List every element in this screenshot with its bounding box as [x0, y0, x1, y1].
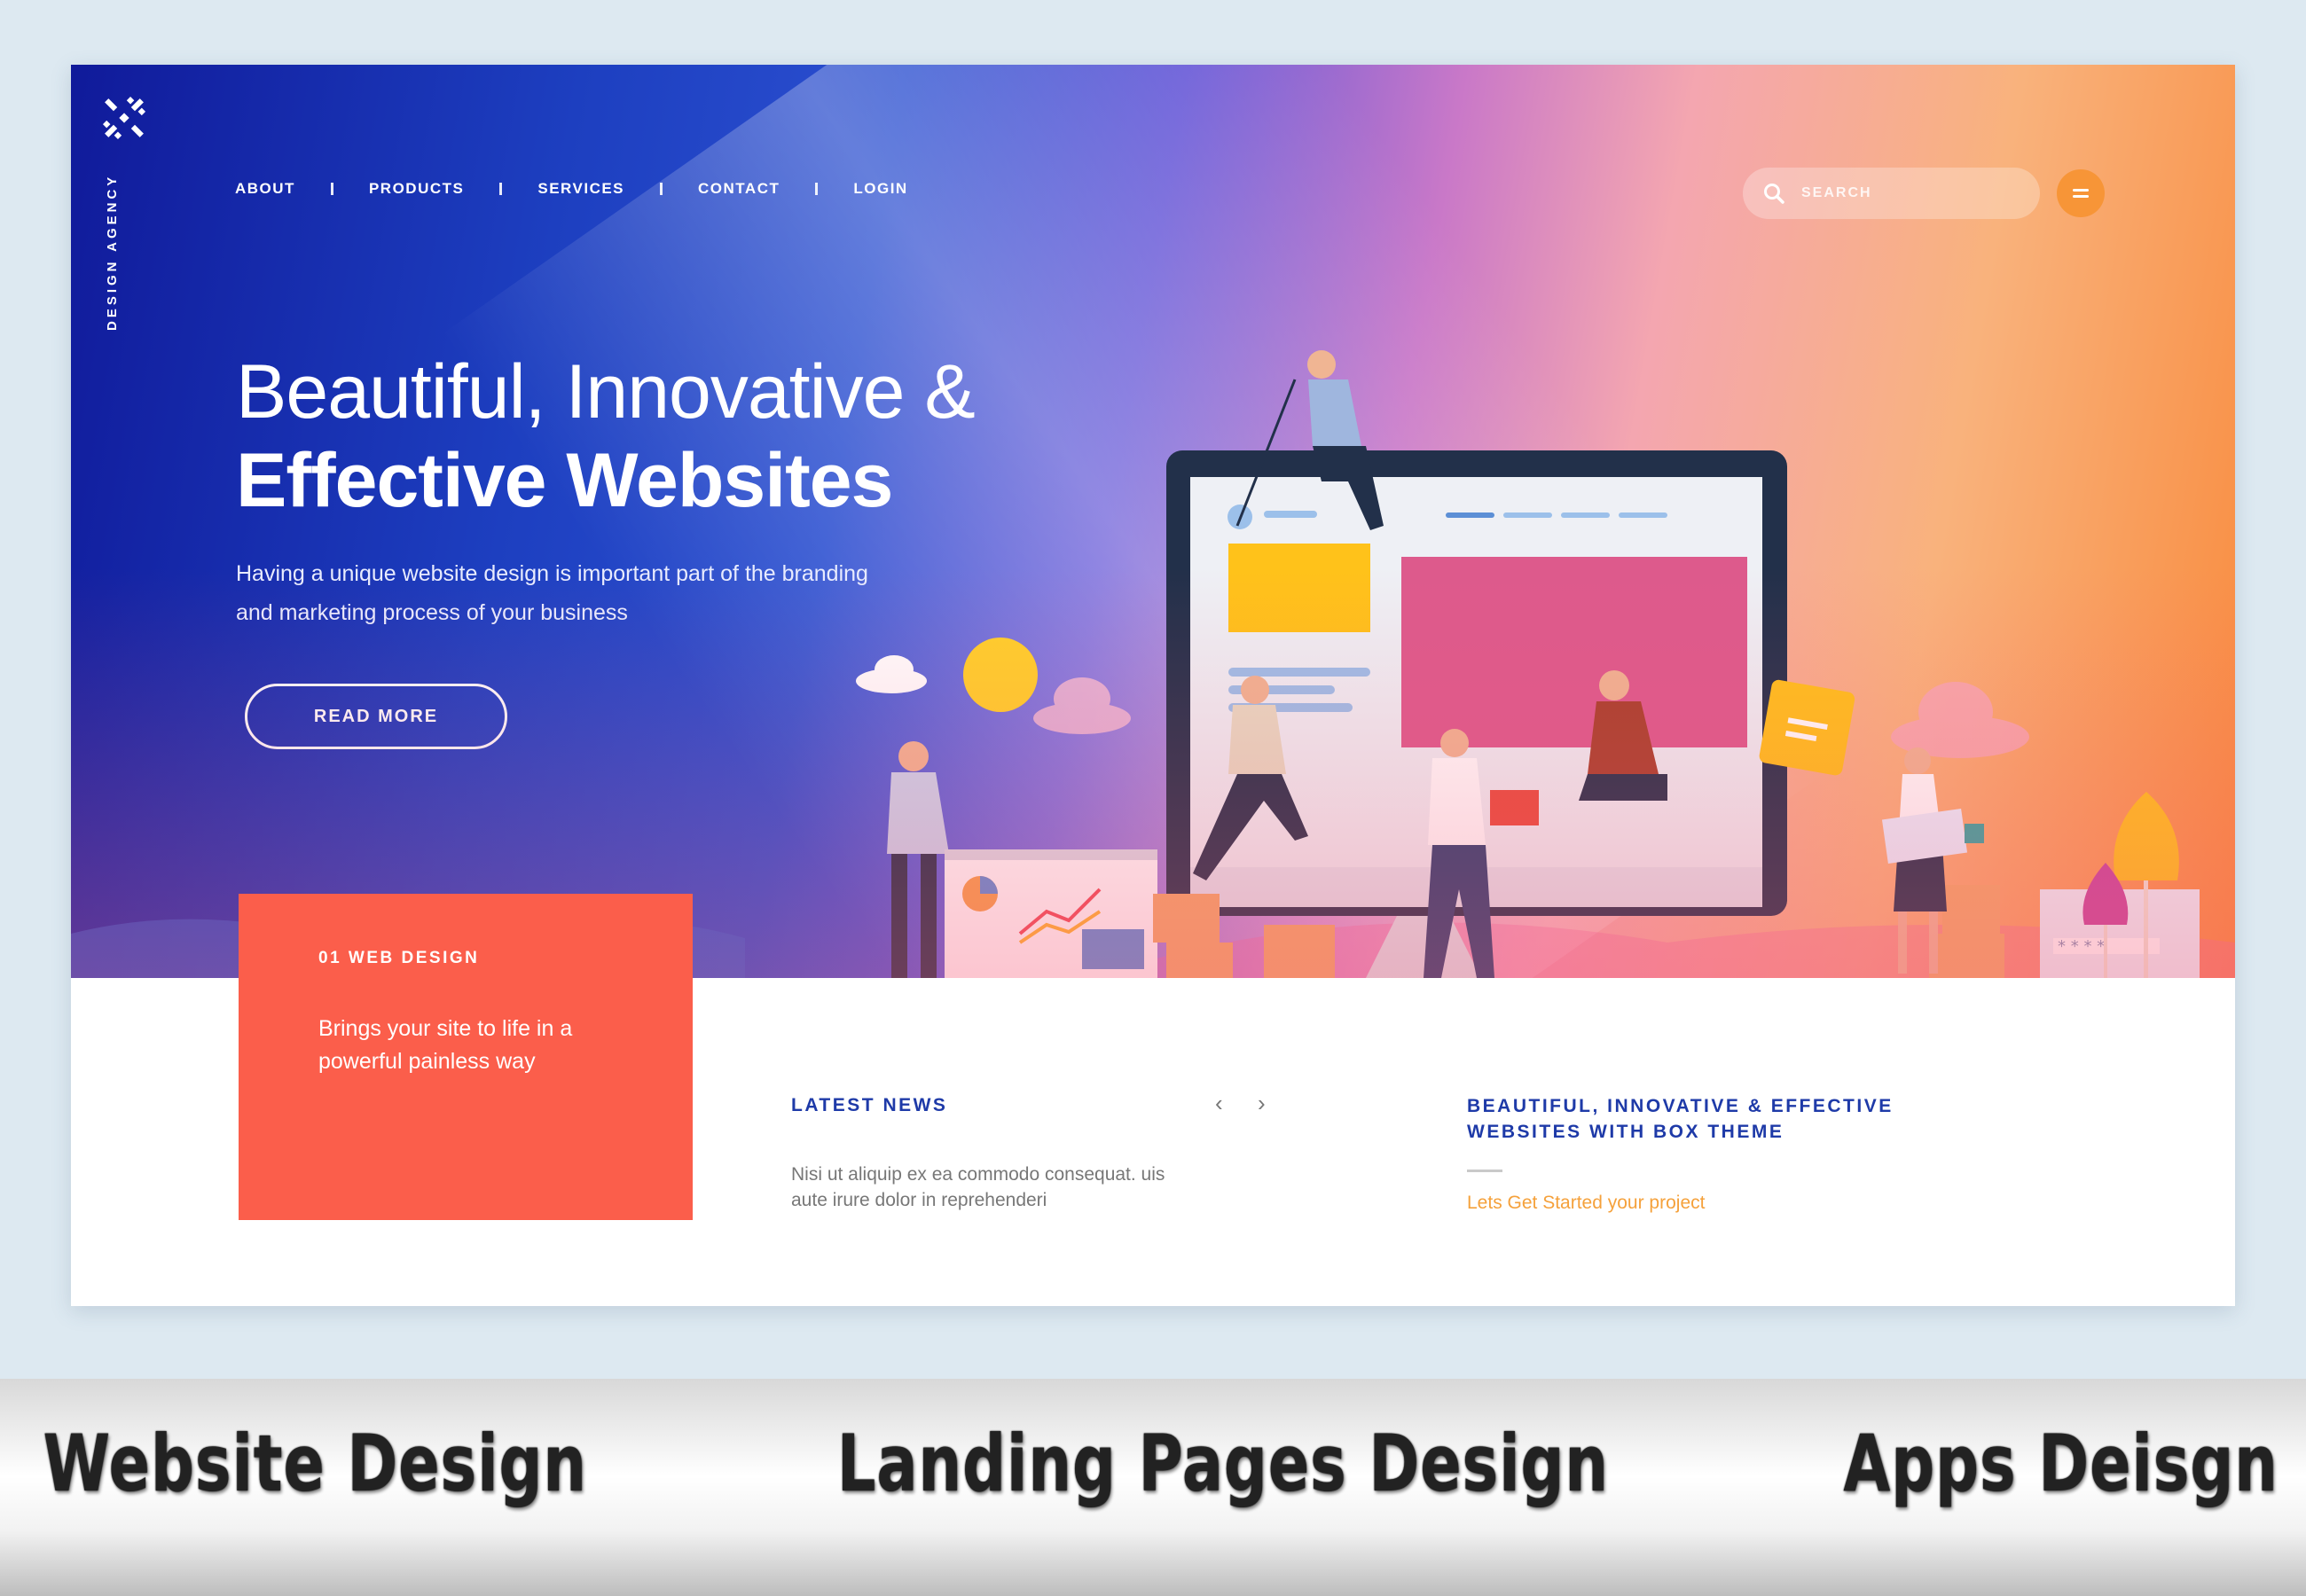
- banner-item-website-design: Website Design: [43, 1417, 588, 1509]
- banner-item-landing-pages: Landing Pages Design: [836, 1417, 1609, 1509]
- services-banner-items: Website Design Landing Pages Design Apps…: [0, 1379, 2306, 1547]
- hero-section: DESIGN AGENCY ABOUT PRODUCTS SERVICES CO…: [71, 65, 2235, 978]
- hero-illustration: * * * *: [71, 350, 2235, 978]
- cloud-icon: [1033, 677, 1131, 734]
- person-illustration: [887, 741, 949, 978]
- sun-icon: [963, 638, 1038, 712]
- news-excerpt: Nisi ut aliquip ex ea commodo consequat.…: [791, 1164, 1165, 1210]
- video-camera-icon: [1490, 790, 1539, 825]
- card-kicker: 01 WEB DESIGN: [318, 949, 480, 967]
- card-description: Brings your site to life in a powerful p…: [318, 1016, 573, 1074]
- chevron-left-icon[interactable]: ‹: [1215, 1090, 1223, 1117]
- yellow-block: [1228, 544, 1370, 632]
- landing-page-mockup: DESIGN AGENCY ABOUT PRODUCTS SERVICES CO…: [71, 65, 2235, 1306]
- get-started-link[interactable]: Lets Get Started your project: [1467, 1193, 1705, 1214]
- cloud-icon: [856, 655, 927, 693]
- banner-item-apps-design: Apps Deisgn: [1842, 1417, 2279, 1509]
- analytics-panel: [945, 849, 1157, 978]
- web-design-card[interactable]: 01 WEB DESIGN Brings your site to life i…: [239, 894, 693, 1220]
- quote-bubble-icon: [1759, 679, 1855, 776]
- box-theme-title: BEAUTIFUL, INNOVATIVE & EFFECTIVE WEBSIT…: [1467, 1096, 1894, 1142]
- chevron-right-icon[interactable]: ›: [1258, 1090, 1266, 1117]
- divider: [1467, 1170, 1502, 1172]
- cloud-icon: [1891, 682, 2029, 758]
- latest-news-title: LATEST NEWS: [791, 1095, 948, 1115]
- svg-text:* * * *: * * * *: [2058, 937, 2105, 956]
